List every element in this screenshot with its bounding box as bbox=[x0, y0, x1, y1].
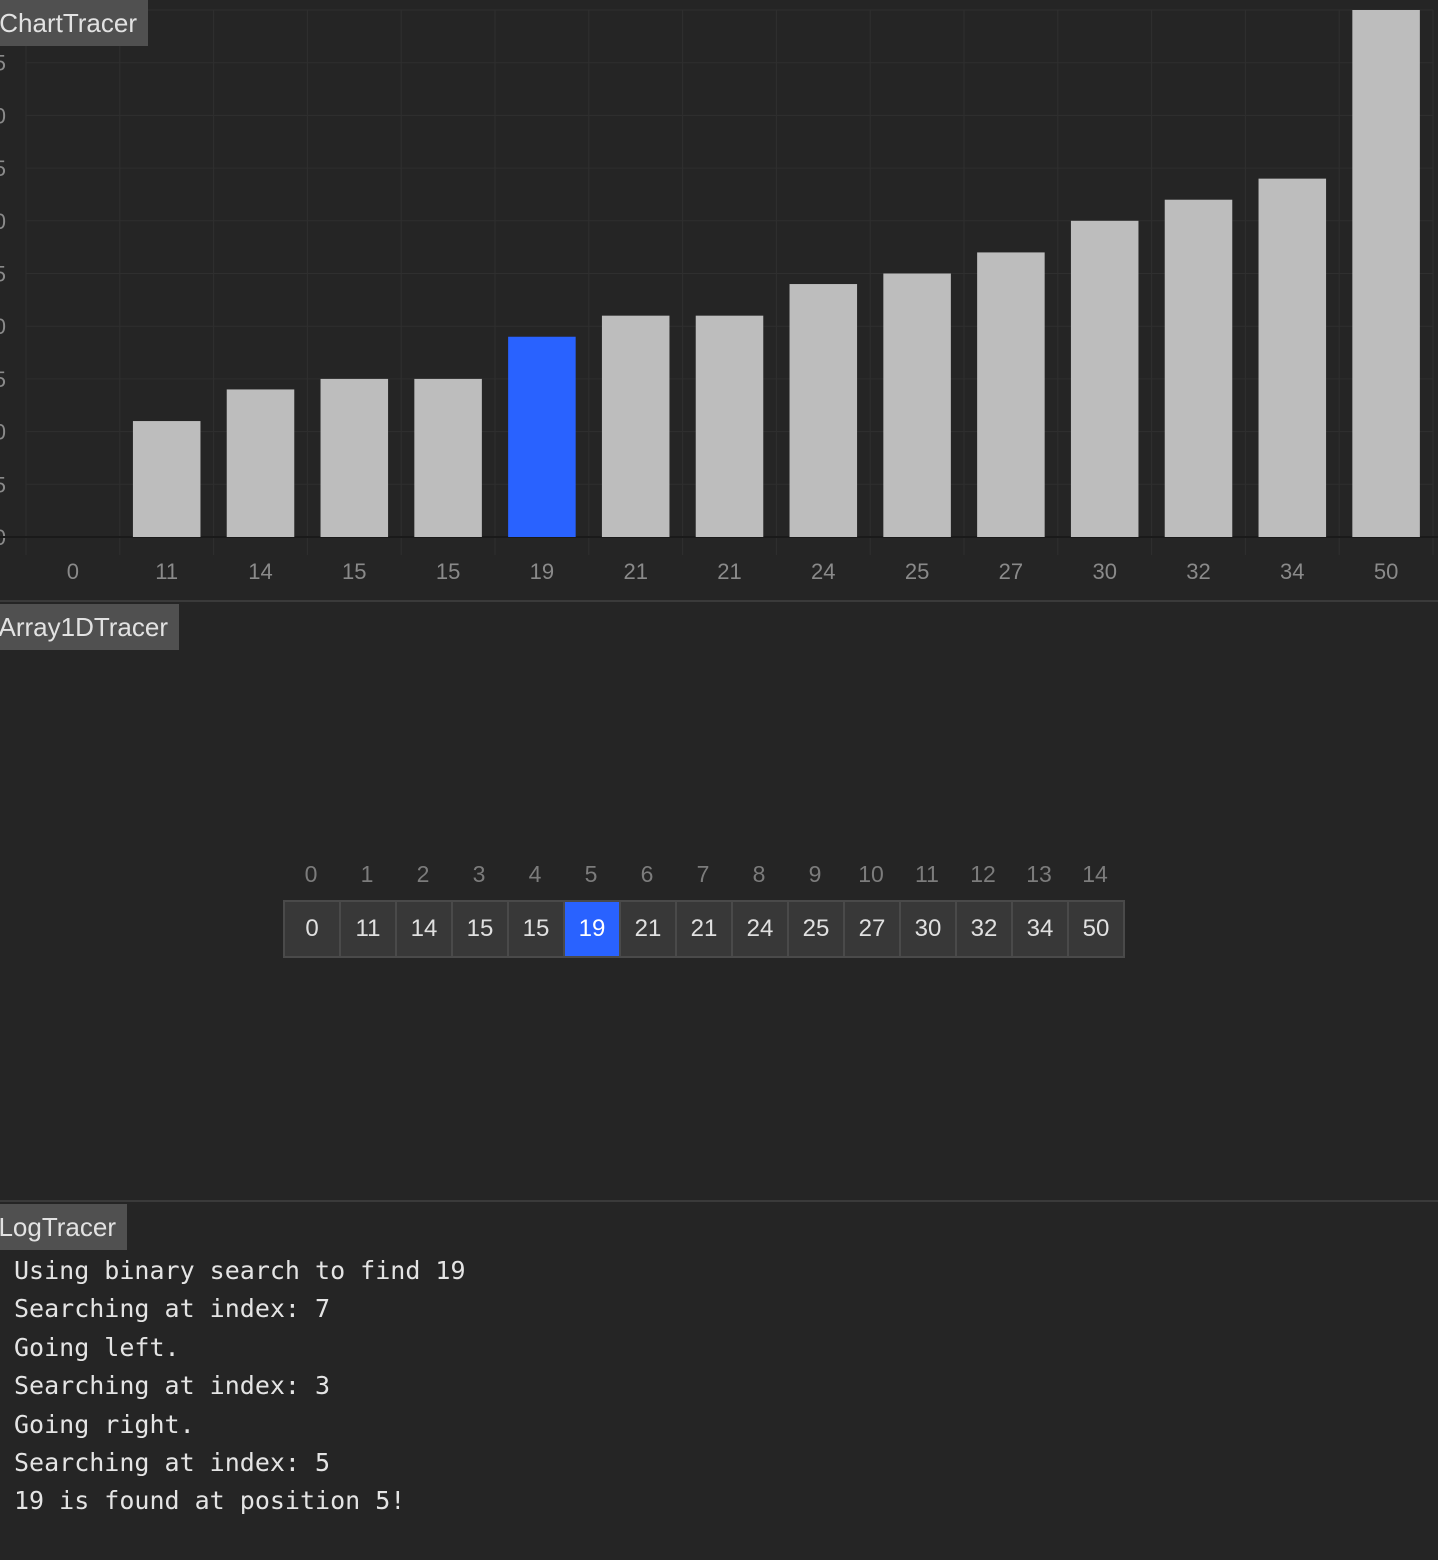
array-index-label: 7 bbox=[696, 861, 710, 887]
array-cell: 50 bbox=[1069, 900, 1125, 958]
y-tick-label: 0 bbox=[0, 103, 6, 128]
index-row: 0 1 2 3 4 5 6 7 8 9 10 11 12 13 14 bbox=[283, 854, 1125, 894]
array-cell: 27 bbox=[845, 900, 901, 958]
array-index-label: 6 bbox=[640, 861, 654, 887]
log-line: Using binary search to find 19 bbox=[14, 1256, 466, 1285]
array-index-label: 4 bbox=[528, 861, 542, 887]
array-index-label: 3 bbox=[472, 861, 486, 887]
array-cell: 21 bbox=[677, 900, 733, 958]
bar bbox=[320, 378, 389, 537]
array-cell: 34 bbox=[1013, 900, 1069, 958]
log-line: Searching at index: 5 bbox=[14, 1447, 331, 1477]
bar bbox=[414, 378, 482, 537]
log-line: Searching at index: 7 bbox=[14, 1294, 331, 1324]
y-tick-label: 5 bbox=[0, 367, 6, 392]
array-cell: 30 bbox=[901, 900, 957, 958]
array-index-label: 5 bbox=[584, 861, 598, 887]
log-line: Going right. bbox=[14, 1409, 195, 1439]
bar bbox=[977, 252, 1045, 538]
array-index-label: 9 bbox=[808, 861, 822, 887]
array-view: 0 1 2 3 4 5 6 7 8 9 10 11 12 13 14 0 11 14 15 15 19 21 21 24 25… bbox=[283, 854, 1125, 958]
array-index-label: 14 bbox=[1082, 861, 1108, 887]
bar bbox=[695, 315, 764, 537]
log-line: 19 is found at position 5! bbox=[14, 1486, 406, 1516]
x-tick-label: 32 bbox=[1186, 559, 1210, 584]
bar bbox=[132, 421, 201, 537]
x-tick-label: 30 bbox=[1092, 559, 1116, 584]
x-tick-label: 15 bbox=[342, 559, 366, 584]
log-line: Going left. bbox=[14, 1332, 180, 1362]
array-cell: 14 bbox=[397, 900, 453, 958]
bar-highlighted bbox=[508, 336, 576, 537]
x-tick-label: 15 bbox=[436, 559, 460, 584]
bar bbox=[1070, 220, 1139, 538]
array-cell-selected: 19 bbox=[565, 900, 621, 958]
x-tick-label: 0 bbox=[67, 559, 79, 584]
array-index-label: 11 bbox=[915, 861, 939, 887]
bar bbox=[789, 284, 858, 537]
array-tracer-panel: Array1DTracer 0 1 2 3 4 5 6 7 8 9 10 11 12 13 14 0 11 14… bbox=[0, 600, 1438, 1202]
x-tick-label: 21 bbox=[623, 559, 647, 584]
array-cell: 25 bbox=[789, 900, 845, 958]
bar bbox=[1258, 178, 1327, 537]
bar bbox=[1352, 10, 1420, 537]
bar-chart: 050505050501114151519212124252730323450 bbox=[0, 9, 1438, 584]
x-tick-label: 24 bbox=[811, 559, 835, 584]
log-line: Searching at index: 3 bbox=[14, 1371, 331, 1401]
array-cell: 15 bbox=[509, 900, 565, 958]
x-tick-label: 50 bbox=[1374, 559, 1398, 584]
log-output: Using binary search to find 19 Searching … bbox=[14, 1252, 466, 1521]
array-index-label: 13 bbox=[1026, 861, 1052, 887]
x-tick-label: 11 bbox=[155, 559, 178, 584]
y-tick-label: 5 bbox=[0, 156, 6, 181]
y-tick-label: 0 bbox=[0, 420, 6, 445]
array-cell: 21 bbox=[621, 900, 677, 958]
array-tracer-title: Array1DTracer bbox=[0, 604, 179, 650]
log-tracer-panel: LogTracer Using binary search to find 19… bbox=[0, 1200, 1438, 1560]
y-tick-label: 0 bbox=[0, 209, 6, 234]
x-tick-label: 27 bbox=[999, 559, 1023, 584]
array-index-label: 2 bbox=[416, 861, 430, 887]
value-row: 0 11 14 15 15 19 21 21 24 25 27 30 32 34 50 bbox=[283, 900, 1125, 958]
array-cell: 15 bbox=[453, 900, 509, 958]
y-tick-label: 5 bbox=[0, 262, 6, 287]
x-tick-label: 19 bbox=[530, 559, 554, 584]
array-cell: 32 bbox=[957, 900, 1013, 958]
y-tick-label: 5 bbox=[0, 472, 6, 497]
array-cell: 24 bbox=[733, 900, 789, 958]
array-index-label: 0 bbox=[304, 861, 318, 887]
array-index-label: 8 bbox=[752, 861, 766, 887]
chart-tracer-panel: ChartTracer 0505050505011141515192121242… bbox=[0, 0, 1438, 598]
array-index-label: 1 bbox=[360, 861, 374, 887]
bar bbox=[226, 389, 295, 537]
y-tick-label: 0 bbox=[0, 314, 6, 339]
array-cell: 0 bbox=[285, 900, 341, 958]
bar bbox=[1164, 199, 1233, 537]
bar bbox=[601, 315, 670, 537]
x-tick-label: 25 bbox=[905, 559, 929, 584]
bar bbox=[883, 273, 951, 537]
x-tick-label: 34 bbox=[1280, 559, 1304, 584]
x-tick-label: 21 bbox=[717, 559, 741, 584]
y-tick-label: 5 bbox=[0, 51, 6, 76]
log-tracer-title: LogTracer bbox=[0, 1204, 127, 1250]
array-index-label: 10 bbox=[858, 861, 884, 887]
x-tick-label: 14 bbox=[248, 559, 272, 584]
array-cell: 11 bbox=[341, 900, 397, 958]
array-index-label: 12 bbox=[970, 861, 996, 887]
chart-tracer-title: ChartTracer bbox=[0, 0, 148, 46]
